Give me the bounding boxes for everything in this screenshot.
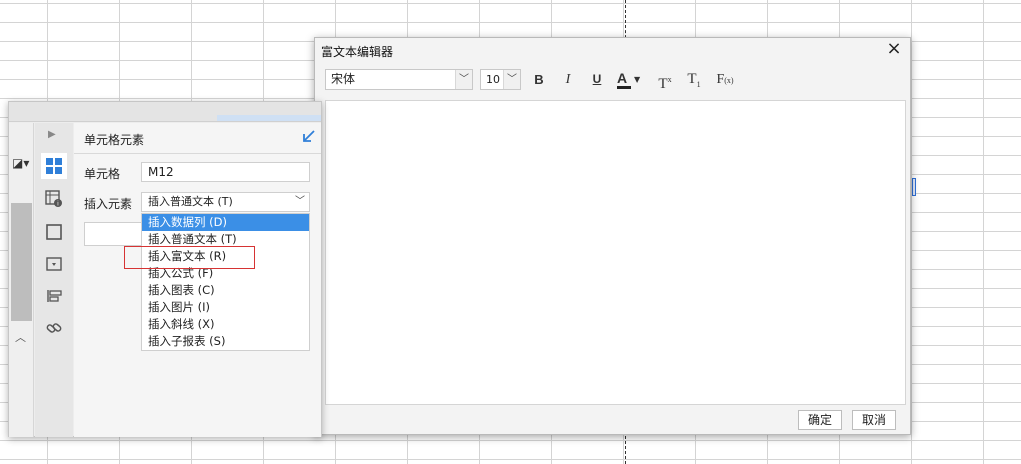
panel-top-bar: [9, 102, 321, 122]
selected-cell-marker: [912, 178, 916, 196]
rich-text-content-area[interactable]: [325, 100, 906, 405]
option-insert-plain-text[interactable]: 插入普通文本 (T): [142, 231, 309, 248]
dialog-title: 富文本编辑器: [321, 45, 394, 59]
option-insert-diagonal[interactable]: 插入斜线 (X): [142, 316, 309, 333]
element-content-field[interactable]: [84, 222, 144, 246]
superscript-button[interactable]: Tx: [654, 69, 676, 92]
superscript-letter: T: [658, 76, 668, 92]
option-insert-subreport[interactable]: 插入子报表 (S): [142, 333, 309, 350]
underline-button[interactable]: U: [586, 69, 608, 90]
close-icon[interactable]: ×: [886, 40, 902, 58]
cell-attribute-icon[interactable]: i: [41, 186, 67, 212]
panel-title: 单元格元素: [84, 133, 145, 147]
formula-mark: (x): [724, 76, 734, 85]
cell-element-panel: ◪▾ ︿ ▶ i 单元格元素 单元格 M12 插入元素 插入普通文本 (T) ﹀…: [8, 101, 322, 437]
insert-element-label: 插入元素: [84, 197, 133, 211]
font-color-button[interactable]: A ▼: [614, 69, 644, 90]
superscript-mark: x: [667, 75, 672, 84]
border-icon[interactable]: [41, 219, 67, 245]
font-size-value: 10: [486, 73, 500, 86]
chevron-down-icon[interactable]: ﹀: [291, 193, 309, 211]
option-insert-formula[interactable]: 插入公式 (F): [142, 265, 309, 282]
chevron-down-icon[interactable]: ▼: [634, 69, 640, 90]
font-color-swatch: [617, 86, 631, 89]
condition-icon[interactable]: [41, 283, 67, 309]
cancel-button[interactable]: 取消: [852, 410, 896, 430]
panel-icon-column: ▶ i: [35, 123, 73, 437]
font-family-select[interactable]: 宋体 ﹀: [325, 69, 473, 90]
panel-top-highlight: [217, 115, 321, 121]
dropdown-arrow-icon[interactable]: ﹀: [455, 70, 472, 89]
subscript-mark: 1: [696, 80, 701, 89]
formula-button[interactable]: F(x): [712, 69, 738, 90]
option-insert-rich-text[interactable]: 插入富文本 (R): [142, 248, 309, 265]
cell-label: 单元格: [84, 167, 121, 181]
cell-element-properties: 单元格元素 单元格 M12 插入元素 插入普通文本 (T) ﹀ 插入数据列 (D…: [74, 123, 321, 437]
widget-icon[interactable]: [41, 251, 67, 277]
title-divider: [74, 153, 321, 154]
option-insert-chart[interactable]: 插入图表 (C): [142, 282, 309, 299]
subscript-letter: T: [687, 71, 697, 87]
bold-button[interactable]: B: [528, 69, 550, 90]
editor-toolbar: 宋体 ﹀ 10 ﹀ B I U A ▼ Tx T1 F(x): [325, 69, 905, 92]
ok-button[interactable]: 确定: [798, 410, 842, 430]
insert-element-value: 插入普通文本 (T): [148, 195, 233, 208]
left-toolbar-strip: ◪▾ ︿: [9, 123, 34, 437]
expand-arrow-icon[interactable]: ︿: [15, 329, 26, 345]
rich-text-editor-dialog: 富文本编辑器 × 宋体 ﹀ 10 ﹀ B I U A ▼ Tx T1 F(x) …: [314, 37, 911, 435]
hyperlink-icon[interactable]: [41, 315, 67, 341]
scroll-area[interactable]: [11, 203, 32, 321]
option-insert-data-column[interactable]: 插入数据列 (D): [142, 214, 309, 231]
cell-field[interactable]: M12: [141, 162, 310, 182]
font-size-select[interactable]: 10 ﹀: [480, 69, 521, 90]
cell-element-icon[interactable]: [41, 153, 67, 179]
insert-element-dropdown: 插入数据列 (D) 插入普通文本 (T) 插入富文本 (R) 插入公式 (F) …: [141, 213, 310, 351]
option-insert-image[interactable]: 插入图片 (I): [142, 299, 309, 316]
italic-button[interactable]: I: [557, 69, 579, 90]
dropdown-arrow-icon[interactable]: ﹀: [503, 70, 520, 89]
font-family-value: 宋体: [331, 72, 356, 86]
format-painter-icon[interactable]: ◪▾: [12, 156, 29, 170]
collapse-arrow-icon[interactable]: ▶: [48, 129, 56, 140]
collapse-panel-icon[interactable]: [302, 129, 316, 143]
subscript-button[interactable]: T1: [683, 69, 705, 90]
insert-element-select[interactable]: 插入普通文本 (T) ﹀: [141, 192, 310, 212]
